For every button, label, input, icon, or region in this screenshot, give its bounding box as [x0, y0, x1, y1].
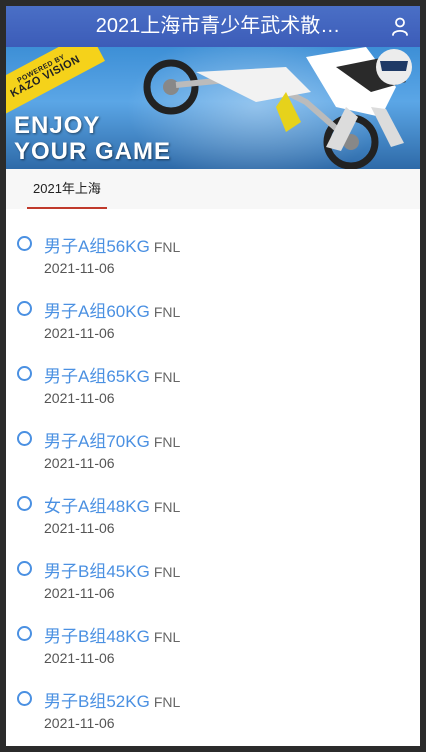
event-status: FNL [153, 239, 181, 255]
circle-icon [17, 301, 32, 316]
event-date: 2021-11-06 [44, 520, 115, 536]
app-header: 2021上海市青少年武术散… [6, 6, 420, 47]
event-title: 男子A组60KG [44, 302, 150, 321]
event-status: FNL [153, 304, 181, 320]
event-name: 男子A组56KG FNL [44, 232, 180, 257]
banner-tagline: ENJOY YOUR GAME [14, 113, 171, 165]
event-list: 男子A组56KG FNL 2021-11-06 男子A组60KG FNL 2021-… [6, 209, 420, 746]
circle-icon [17, 626, 32, 641]
event-item[interactable]: 男子A组70KG FNL 2021-11-06 [6, 425, 420, 490]
page-title: 2021上海市青少年武术散… [95, 15, 341, 37]
event-title: 男子A组65KG [44, 367, 150, 386]
event-title: 男子A组56KG [44, 237, 150, 256]
event-date: 2021-11-06 [44, 455, 115, 471]
event-date: 2021-11-06 [44, 390, 115, 406]
event-item[interactable]: 男子B组52KG FNL 2021-11-06 [6, 685, 420, 746]
event-name: 男子B组45KG FNL [44, 557, 180, 582]
event-status: FNL [153, 694, 181, 710]
event-item[interactable]: 男子B组45KG FNL 2021-11-06 [6, 555, 420, 620]
sponsor-ribbon: POWERED BY KAZO VISION [6, 47, 105, 118]
event-item[interactable]: 男子A组65KG FNL 2021-11-06 [6, 360, 420, 425]
event-date: 2021-11-06 [44, 325, 115, 341]
event-title: 女子A组48KG [44, 497, 150, 516]
event-title: 男子B组48KG [44, 627, 150, 646]
circle-icon [17, 561, 32, 576]
event-status: FNL [153, 499, 181, 515]
event-item[interactable]: 男子A组60KG FNL 2021-11-06 [6, 295, 420, 360]
event-name: 男子A组70KG FNL [44, 427, 180, 452]
event-status: FNL [153, 369, 181, 385]
event-title: 男子B组45KG [44, 562, 150, 581]
event-name: 男子B组48KG FNL [44, 622, 180, 647]
user-icon[interactable] [390, 16, 410, 36]
circle-icon [17, 691, 32, 706]
circle-icon [17, 236, 32, 251]
event-title: 男子B组52KG [44, 692, 150, 711]
tab-2021-shanghai[interactable]: 2021年上海 [27, 169, 107, 209]
event-name: 男子A组60KG FNL [44, 297, 180, 322]
event-status: FNL [153, 564, 181, 580]
event-status: FNL [153, 434, 181, 450]
app-frame: 2021上海市青少年武术散… POWERED BY KAZO VISION EN… [6, 6, 420, 746]
tagline-line2: YOUR GAME [14, 138, 172, 165]
event-date: 2021-11-06 [44, 260, 115, 276]
event-date: 2021-11-06 [44, 585, 115, 601]
promo-banner[interactable]: POWERED BY KAZO VISION ENJOY YOUR GAME [6, 47, 420, 169]
circle-icon [17, 496, 32, 511]
tagline-line1: ENJOY [14, 112, 101, 139]
circle-icon [17, 431, 32, 446]
event-item[interactable]: 女子A组48KG FNL 2021-11-06 [6, 490, 420, 555]
event-item[interactable]: 男子A组56KG FNL 2021-11-06 [6, 230, 420, 295]
tab-bar: 2021年上海 [6, 169, 420, 209]
circle-icon [17, 366, 32, 381]
event-date: 2021-11-06 [44, 715, 115, 731]
event-title: 男子A组70KG [44, 432, 150, 451]
event-item[interactable]: 男子B组48KG FNL 2021-11-06 [6, 620, 420, 685]
motocross-rider-image [143, 47, 412, 169]
event-name: 男子A组65KG FNL [44, 362, 180, 387]
event-name: 女子A组48KG FNL [44, 492, 180, 517]
event-name: 男子B组52KG FNL [44, 687, 180, 712]
event-date: 2021-11-06 [44, 650, 115, 666]
event-status: FNL [153, 629, 181, 645]
